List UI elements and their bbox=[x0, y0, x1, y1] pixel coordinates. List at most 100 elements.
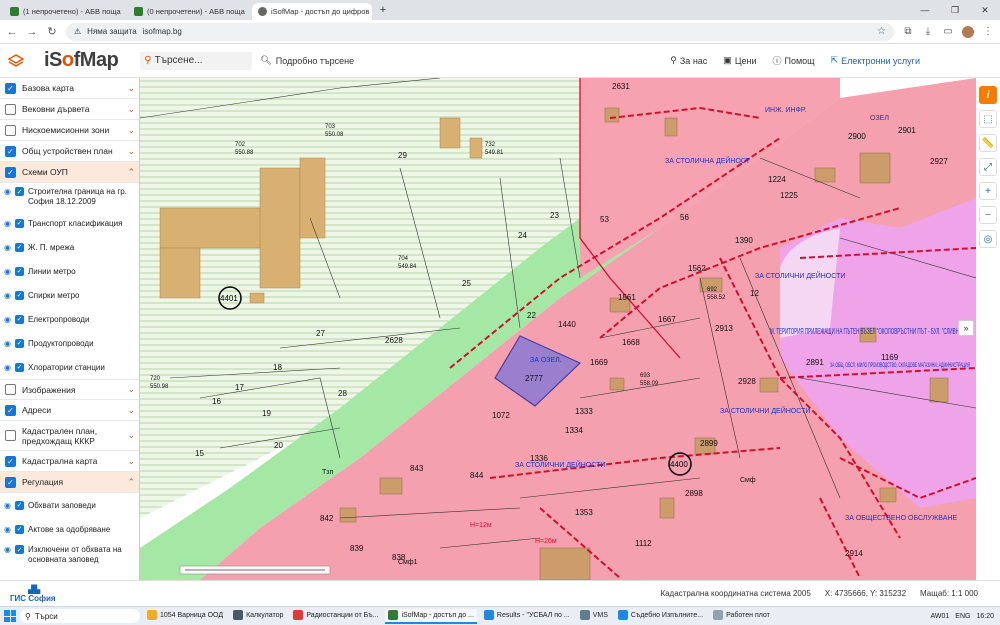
profile-avatar[interactable] bbox=[962, 25, 974, 38]
isofmap-logo[interactable]: iSofMap bbox=[44, 49, 119, 72]
downloads-icon[interactable]: ⤓ bbox=[922, 26, 934, 37]
sublayer-item[interactable]: ◉ ✓ Ж. П. мрежа bbox=[0, 235, 139, 259]
sublayer-item[interactable]: ◉ ✓ Електропроводи bbox=[0, 307, 139, 331]
eye-icon[interactable]: ◉ bbox=[4, 525, 14, 534]
minimize-icon[interactable]: — bbox=[910, 5, 940, 15]
chevron-down-icon[interactable]: ⌄ bbox=[127, 405, 135, 416]
new-tab-button[interactable]: + bbox=[376, 4, 390, 18]
layer-old-trees[interactable]: Вековни дървета ⌄ bbox=[0, 99, 139, 120]
sublayer-item[interactable]: ◉ ✓ Спирки метро bbox=[0, 283, 139, 307]
eye-icon[interactable]: ◉ bbox=[4, 339, 14, 348]
sublayer-checkbox[interactable]: ✓ bbox=[15, 500, 24, 510]
split-view-icon[interactable]: ▭ bbox=[942, 26, 954, 37]
taskbar-item[interactable]: Работен плот bbox=[710, 609, 773, 624]
layer-master-plan[interactable]: ✓ Общ устройствен план ⌄ bbox=[0, 141, 139, 162]
sublayer-item[interactable]: ◉ ✓ Хлоратории станции bbox=[0, 355, 139, 379]
measure-ruler-icon[interactable]: 📏 bbox=[979, 134, 997, 152]
sublayer-checkbox[interactable]: ✓ bbox=[15, 314, 24, 324]
taskbar-item[interactable]: Съдебно Изпълните... bbox=[615, 609, 706, 624]
eservices-link[interactable]: ⇱ Електронни услуги bbox=[831, 54, 920, 67]
panel-collapse-button[interactable]: » bbox=[958, 320, 974, 336]
browser-tab-3[interactable]: iSofMap - достъп до цифров ✕ bbox=[252, 3, 372, 20]
sublayer-item[interactable]: ◉ ✓ Обхвати заповеди bbox=[0, 493, 139, 517]
clock[interactable]: 16:20 bbox=[976, 613, 994, 620]
layer-regulation[interactable]: ✓ Регулация ⌃ bbox=[0, 472, 139, 493]
taskbar-item[interactable]: iSofMap - достъп до ... bbox=[385, 608, 477, 624]
layer-checkbox[interactable]: ✓ bbox=[5, 145, 16, 157]
layer-checkbox[interactable] bbox=[5, 384, 16, 395]
taskbar-search[interactable]: ⚲ Търси bbox=[20, 609, 140, 623]
layer-base-map[interactable]: ✓ Базова карта ⌄ bbox=[0, 78, 139, 99]
sublayer-item[interactable]: ◉ ✓ Линии метро bbox=[0, 259, 139, 283]
prices-link[interactable]: ▣ Цени bbox=[723, 54, 756, 67]
advanced-search-link[interactable]: 🔍︎ Подробно търсене bbox=[260, 55, 354, 66]
layers-icon[interactable] bbox=[8, 53, 24, 69]
layer-checkbox[interactable]: ✓ bbox=[5, 166, 16, 178]
layer-checkbox[interactable]: ✓ bbox=[5, 455, 16, 467]
security-chip[interactable]: Няма защита bbox=[87, 27, 136, 36]
weather-widget[interactable]: AW01 bbox=[930, 613, 949, 620]
eye-icon[interactable]: ◉ bbox=[4, 219, 14, 228]
layer-addresses[interactable]: ✓ Адреси ⌄ bbox=[0, 400, 139, 421]
layer-checkbox[interactable]: ✓ bbox=[5, 82, 16, 94]
browser-tab-2[interactable]: (0 непрочетени) - АБВ поща ✕ bbox=[128, 3, 248, 20]
layer-images[interactable]: Изображения ⌄ bbox=[0, 379, 139, 400]
reload-icon[interactable]: ↻ bbox=[46, 25, 58, 38]
layer-cadastral-map[interactable]: ✓ Кадастрална карта ⌄ bbox=[0, 451, 139, 472]
eye-icon[interactable]: ◉ bbox=[4, 291, 14, 300]
forward-icon[interactable]: → bbox=[26, 26, 38, 38]
windows-start-icon[interactable] bbox=[4, 610, 16, 622]
layer-oup-schemes[interactable]: ✓ Схеми ОУП ⌃ bbox=[0, 162, 139, 183]
chevron-down-icon[interactable]: ⌄ bbox=[127, 456, 135, 467]
sublayer-checkbox[interactable]: ✓ bbox=[15, 362, 24, 372]
taskbar-item[interactable]: Калкулатор bbox=[230, 609, 286, 624]
sublayer-item[interactable]: ◉ ✓ Актове за одобряване bbox=[0, 517, 139, 541]
sublayer-checkbox[interactable]: ✓ bbox=[15, 187, 24, 196]
sublayer-item[interactable]: ◉ ✓ Строителна граница на гр. София 18.12.… bbox=[0, 183, 139, 211]
about-link[interactable]: ⚲ За нас bbox=[670, 54, 707, 67]
taskbar-item[interactable]: Радиостанции от Бъ... bbox=[290, 609, 381, 624]
sublayer-item[interactable]: ◉ ✓ Изключени от обхвата на основната запо… bbox=[0, 541, 139, 569]
extensions-icon[interactable]: ⧉ bbox=[902, 26, 914, 37]
sublayer-checkbox[interactable]: ✓ bbox=[15, 218, 24, 228]
layer-checkbox[interactable] bbox=[5, 430, 16, 441]
sublayer-checkbox[interactable]: ✓ bbox=[15, 290, 24, 300]
select-area-icon[interactable]: ⬚ bbox=[979, 110, 997, 128]
browser-tab-1[interactable]: (1 непрочетено) - АБВ поща ✕ bbox=[4, 3, 124, 20]
language-indicator[interactable]: ENG bbox=[955, 613, 970, 620]
sublayer-checkbox[interactable]: ✓ bbox=[15, 524, 24, 534]
layer-checkbox[interactable]: ✓ bbox=[5, 404, 16, 416]
chevron-up-icon[interactable]: ⌃ bbox=[127, 167, 135, 178]
eye-icon[interactable]: ◉ bbox=[4, 187, 14, 196]
menu-kebab-icon[interactable]: ⋮ bbox=[982, 26, 994, 37]
zoom-out-button[interactable]: − bbox=[979, 206, 997, 224]
eye-icon[interactable]: ◉ bbox=[4, 315, 14, 324]
sublayer-item[interactable]: ◉ ✓ Продуктопроводи bbox=[0, 331, 139, 355]
layer-low-emission[interactable]: Нискоемисионни зони ⌄ bbox=[0, 120, 139, 141]
zoom-in-button[interactable]: + bbox=[979, 182, 997, 200]
taskbar-item[interactable]: 1054 Варница ООД bbox=[144, 609, 226, 624]
eye-icon[interactable]: ◉ bbox=[4, 363, 14, 372]
locate-icon[interactable]: ◎ bbox=[979, 230, 997, 248]
eye-icon[interactable]: ◉ bbox=[4, 267, 14, 276]
eye-icon[interactable]: ◉ bbox=[4, 545, 14, 554]
close-window-icon[interactable]: ✕ bbox=[970, 5, 1000, 16]
map-canvas[interactable]: 2631 1440 2777 1561 1562 1390 2928 2899 … bbox=[140, 78, 976, 580]
layer-checkbox[interactable] bbox=[5, 103, 16, 115]
chevron-down-icon[interactable]: ⌄ bbox=[127, 384, 135, 395]
bookmark-star-icon[interactable]: ☆ bbox=[877, 26, 886, 37]
restore-icon[interactable]: ❐ bbox=[940, 5, 970, 16]
layer-checkbox[interactable]: ✓ bbox=[5, 476, 16, 488]
chevron-down-icon[interactable]: ⌄ bbox=[127, 146, 135, 157]
taskbar-item[interactable]: VMS bbox=[577, 609, 611, 624]
eye-icon[interactable]: ◉ bbox=[4, 243, 14, 252]
fullscreen-icon[interactable]: ⤢ bbox=[979, 158, 997, 176]
eye-icon[interactable]: ◉ bbox=[4, 501, 14, 510]
taskbar-item[interactable]: Results - "УСБАЛ по ... bbox=[481, 609, 573, 624]
sublayer-item[interactable]: ◉ ✓ Транспорт класификация bbox=[0, 211, 139, 235]
chevron-down-icon[interactable]: ⌄ bbox=[127, 430, 135, 441]
layer-old-cadastral-plan[interactable]: Кадастрален план, предхождащ КККР ⌄ bbox=[0, 421, 139, 451]
sublayer-checkbox[interactable]: ✓ bbox=[15, 242, 24, 252]
chevron-down-icon[interactable]: ⌄ bbox=[127, 104, 135, 115]
chevron-down-icon[interactable]: ⌄ bbox=[127, 125, 135, 136]
